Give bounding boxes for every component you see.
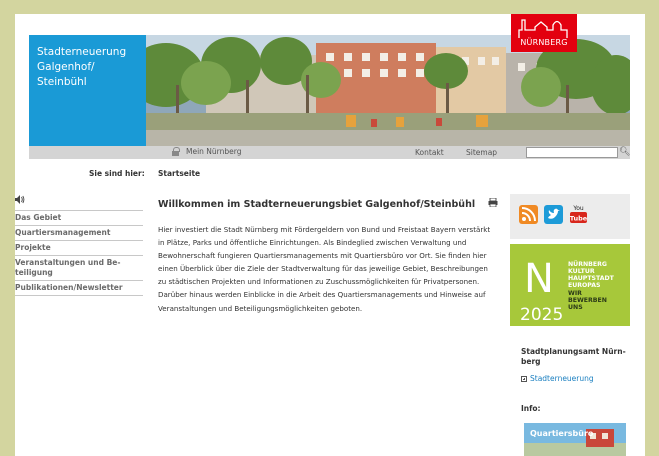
n-letter: N bbox=[524, 256, 554, 302]
breadcrumb-label: Sie sind hier: bbox=[89, 169, 145, 178]
social-media-box: You Tube bbox=[510, 194, 630, 239]
stadterneuerung-link-label: Stadterneuerung bbox=[530, 374, 594, 383]
svg-text:UNS: UNS bbox=[568, 304, 583, 311]
svg-text:NÜRNBERG: NÜRNBERG bbox=[568, 259, 607, 268]
quartiersbuero-image[interactable]: Quartiersbüro bbox=[524, 423, 626, 456]
site-title[interactable]: Stadterneuerung Galgenhof/ Steinbühl bbox=[29, 35, 146, 146]
svg-text:BEWERBEN: BEWERBEN bbox=[568, 297, 607, 304]
print-icon[interactable] bbox=[488, 197, 498, 208]
svg-text:KULTUR: KULTUR bbox=[568, 268, 595, 275]
rss-icon[interactable] bbox=[519, 205, 538, 224]
sitemap-link[interactable]: Sitemap bbox=[466, 148, 497, 157]
year-2025: 2025 bbox=[520, 305, 563, 325]
nav-item-das-gebiet[interactable]: Das Gebiet bbox=[15, 210, 143, 225]
info-heading: Info: bbox=[521, 404, 541, 413]
office-heading: Stadtplanungsamt Nürn-berg bbox=[521, 347, 626, 366]
breadcrumb-current[interactable]: Startseite bbox=[158, 169, 200, 178]
mein-nuernberg-link[interactable]: Mein Nürnberg bbox=[172, 147, 241, 156]
search-input[interactable] bbox=[526, 147, 618, 158]
kulturhauptstadt-2025-banner[interactable]: N 2025 NÜRNBERG KULTUR HAUPTSTADT EUROPA… bbox=[510, 244, 630, 326]
nav-item-projekte[interactable]: Projekte bbox=[15, 240, 143, 255]
info-image-text: Quartiersbüro bbox=[530, 429, 594, 438]
utility-bar: Mein Nürnberg Kontakt Sitemap 🔍︎ bbox=[29, 146, 630, 159]
lock-icon bbox=[172, 147, 180, 156]
logo-text: NÜRNBERG bbox=[520, 38, 568, 47]
nav-item-quartiersmanagement[interactable]: Quartiersmanagement bbox=[15, 225, 143, 240]
stadterneuerung-link[interactable]: Stadterneuerung bbox=[521, 374, 594, 383]
page: NÜRNBERG Stadterneuerung Galgenhof/ Stei… bbox=[15, 14, 645, 456]
svg-text:HAUPTSTADT: HAUPTSTADT bbox=[568, 275, 615, 282]
nav-item-publikationen[interactable]: Publikationen/Newsletter bbox=[15, 280, 143, 296]
nav-item-veranstaltungen[interactable]: Veranstaltungen und Be-teiligung bbox=[15, 255, 143, 280]
svg-text:You: You bbox=[572, 205, 584, 212]
search-icon[interactable]: 🔍︎ bbox=[619, 147, 630, 157]
page-title: Willkommen im Stadterneuerungsbiet Galge… bbox=[158, 199, 476, 210]
left-navigation: Das Gebiet Quartiersmanagement Projekte … bbox=[15, 210, 143, 296]
speaker-icon[interactable] bbox=[15, 195, 25, 205]
kontakt-link[interactable]: Kontakt bbox=[415, 148, 444, 157]
svg-text:Tube: Tube bbox=[570, 215, 588, 223]
svg-text:WIR: WIR bbox=[568, 290, 582, 297]
svg-text:EUROPAS: EUROPAS bbox=[568, 282, 601, 289]
youtube-icon[interactable]: You Tube bbox=[569, 203, 588, 224]
plus-box-icon bbox=[521, 375, 527, 382]
twitter-icon[interactable] bbox=[544, 205, 563, 224]
intro-text: Hier investiert die Stadt Nürnberg mit F… bbox=[158, 225, 491, 313]
mein-nuernberg-label: Mein Nürnberg bbox=[186, 147, 242, 156]
nuernberg-logo[interactable]: NÜRNBERG bbox=[511, 14, 577, 52]
